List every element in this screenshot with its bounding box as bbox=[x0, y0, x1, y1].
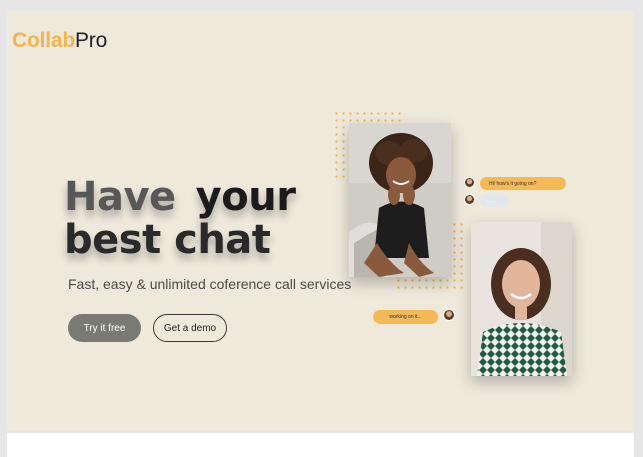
chat-bubble-typing: ...... bbox=[480, 194, 509, 207]
next-section bbox=[7, 433, 634, 457]
headline-word-1: Have bbox=[64, 174, 176, 220]
chat-bubble: working on it... bbox=[373, 310, 438, 324]
chat-bubble: Hi! how's it going on? bbox=[480, 177, 566, 190]
headline-word-2: your bbox=[195, 174, 296, 220]
hero-headline: Have your best chat bbox=[64, 174, 296, 263]
user-photo-2 bbox=[471, 222, 572, 376]
user-photo-1 bbox=[349, 123, 451, 277]
chat-avatar bbox=[443, 309, 455, 321]
brand-logo-accent: Collab bbox=[12, 29, 75, 52]
brand-logo[interactable]: CollabPro bbox=[12, 30, 107, 51]
headline-line-2: best chat bbox=[64, 217, 271, 263]
hero-section: CollabPro Have your best chat Fast, easy … bbox=[7, 11, 634, 431]
chat-avatar bbox=[464, 177, 475, 188]
chat-avatar bbox=[464, 194, 475, 205]
get-demo-button[interactable]: Get a demo bbox=[153, 314, 227, 342]
user-photo-1-image bbox=[349, 123, 451, 277]
user-photo-2-image bbox=[471, 222, 572, 376]
headline-line-1: Have your bbox=[64, 174, 296, 220]
hero-subtitle: Fast, easy & unlimited coference call se… bbox=[68, 276, 352, 292]
brand-logo-text: Pro bbox=[74, 29, 108, 52]
try-free-button[interactable]: Try it free bbox=[68, 314, 141, 342]
